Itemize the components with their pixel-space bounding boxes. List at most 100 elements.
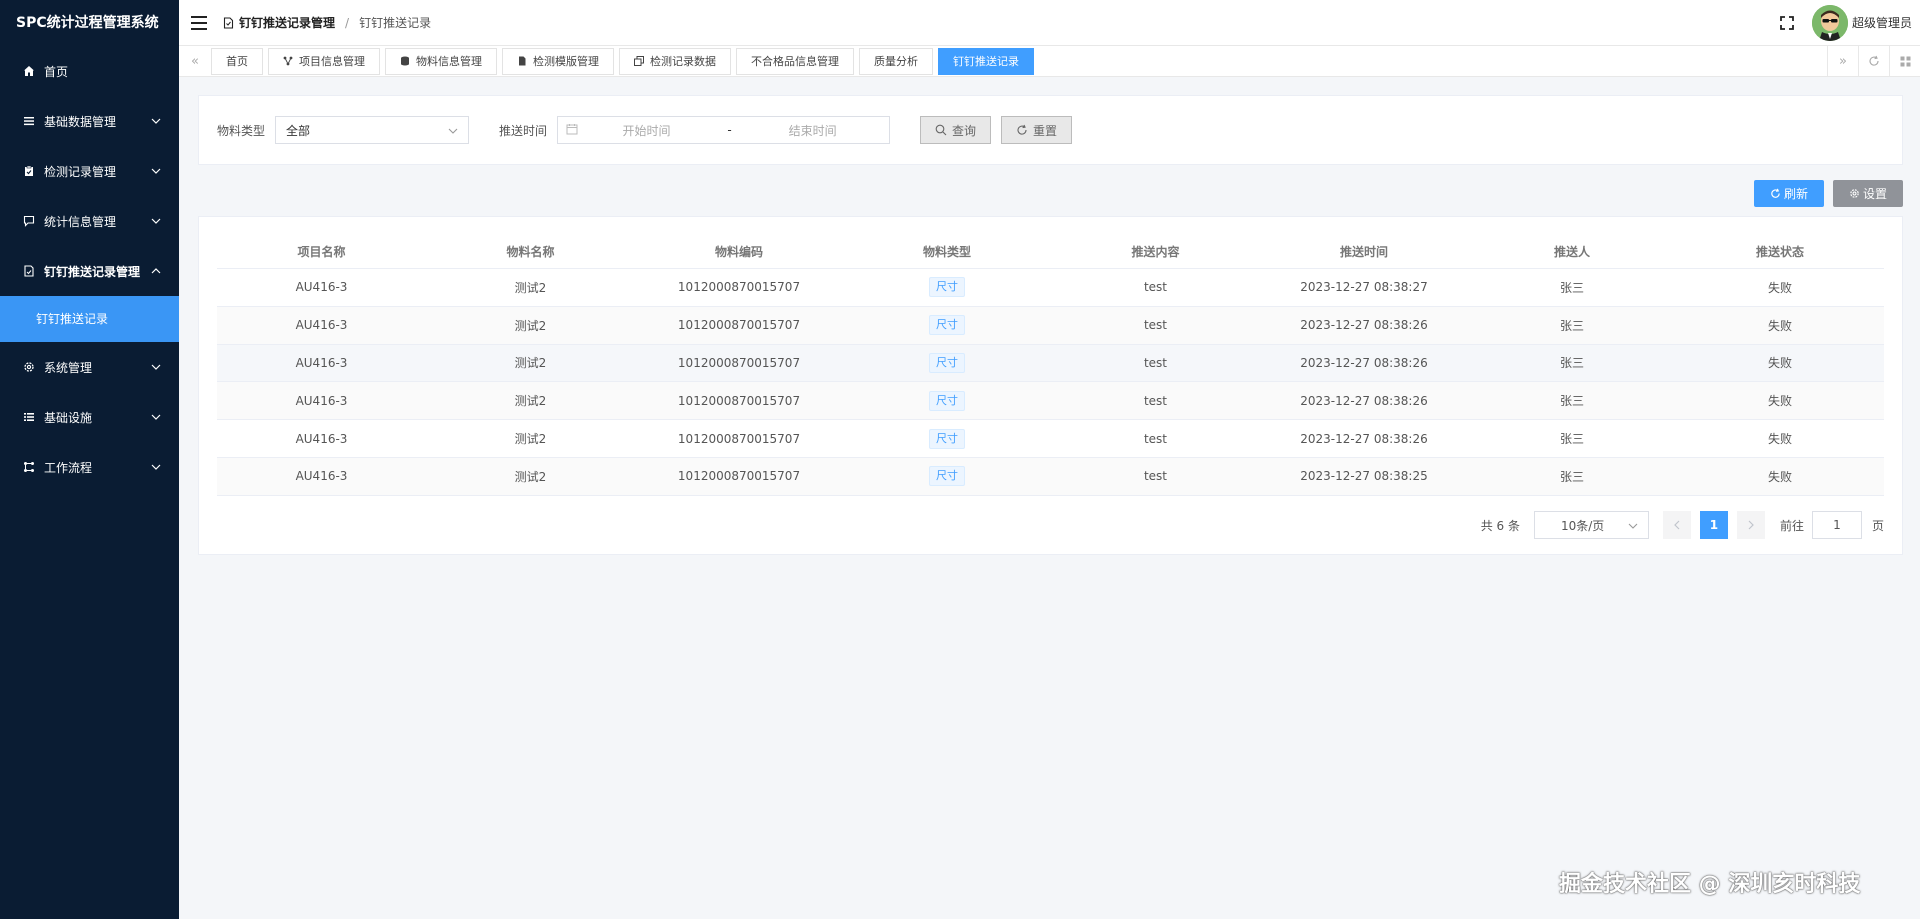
breadcrumb-parent-label: 钉钉推送记录管理 <box>239 16 336 30</box>
avatar[interactable] <box>1811 4 1848 41</box>
push-records-table: 项目名称 物料名称 物料编码 物料类型 推送内容 推送时间 推送人 推送状态 A… <box>217 235 1884 496</box>
table-cell: 测试2 <box>514 469 547 484</box>
sidebar-item-label: 系统管理 <box>44 360 93 375</box>
reset-button[interactable]: 重置 <box>1001 116 1073 144</box>
query-button[interactable]: 查询 <box>920 116 992 144</box>
sidebar-item-inspection-records[interactable]: 检测记录管理 <box>0 146 179 196</box>
tab-project-info[interactable]: 项目信息管理 <box>268 47 380 75</box>
column-header: 项目名称 <box>297 245 346 259</box>
tab-label: 质量分析 <box>874 55 918 68</box>
table-cell: 1012000870015707 <box>677 280 801 295</box>
file-icon <box>517 56 527 66</box>
chevron-down-icon <box>151 412 161 422</box>
tab-home[interactable]: 首页 <box>211 47 263 75</box>
table-row[interactable]: AU416-3 测试2 1012000870015707 尺寸 test 202… <box>217 269 1884 307</box>
table-cell: 2023-12-27 08:38:25 <box>1300 469 1428 484</box>
table-row[interactable]: AU416-3 测试2 1012000870015707 尺寸 test 202… <box>217 344 1884 383</box>
search-form: 物料类型 全部 推送时间 开始时间 - 结束时间 查询 重置 <box>198 95 1903 165</box>
table-row[interactable]: AU416-3 测试2 1012000870015707 尺寸 test 202… <box>217 382 1884 421</box>
tabs-scroll-left-icon[interactable]: « <box>179 46 211 77</box>
next-page-button[interactable] <box>1736 511 1765 539</box>
tab-dingtalk-push-records[interactable]: 钉钉推送记录 <box>938 47 1034 75</box>
sidebar-item-label: 工作流程 <box>44 460 93 475</box>
sidebar-item-system[interactable]: 系统管理 <box>0 342 179 392</box>
tabs-scroll-right-icon[interactable]: » <box>1827 45 1858 77</box>
watermark: 掘金技术社区 @ 深圳亥时科技 <box>1559 872 1861 897</box>
refresh-button[interactable]: 刷新 <box>1754 180 1824 207</box>
material-type-select[interactable]: 全部 <box>275 116 470 144</box>
page-size-select[interactable]: 10条/页 <box>1533 511 1649 539</box>
table-cell: 测试2 <box>514 280 547 295</box>
chevron-down-icon <box>1628 518 1638 532</box>
table-cell: 2023-12-27 08:38:26 <box>1300 393 1428 408</box>
table-cell: AU416-3 <box>295 393 348 408</box>
username[interactable]: 超级管理员 <box>1852 14 1912 31</box>
table-cell: 张三 <box>1559 469 1584 484</box>
sidebar-item-statistics[interactable]: 统计信息管理 <box>0 196 179 246</box>
query-label: 查询 <box>952 123 977 138</box>
table-card: 项目名称 物料名称 物料编码 物料类型 推送内容 推送时间 推送人 推送状态 A… <box>198 216 1903 555</box>
fullscreen-icon[interactable] <box>1780 15 1794 30</box>
chat-icon <box>22 214 36 228</box>
settings-button[interactable]: 设置 <box>1833 180 1903 207</box>
tab-label: 首页 <box>226 55 248 68</box>
sidebar-subitem-dingtalk-push-records[interactable]: 钉钉推送记录 <box>0 296 179 342</box>
table-cell: test <box>1143 280 1168 295</box>
tab-label: 物料信息管理 <box>416 55 482 68</box>
tab-inspection-data[interactable]: 检测记录数据 <box>619 47 731 75</box>
breadcrumb-parent[interactable]: 钉钉推送记录管理 <box>223 14 335 31</box>
push-time-range-picker[interactable]: 开始时间 - 结束时间 <box>557 116 891 144</box>
table-cell: AU416-3 <box>295 431 348 446</box>
breadcrumb-current: 钉钉推送记录 <box>359 16 432 30</box>
sidebar-item-workflow[interactable]: 工作流程 <box>0 442 179 492</box>
hamburger-menu-icon[interactable] <box>191 15 207 30</box>
end-time-input[interactable]: 结束时间 <box>744 122 881 139</box>
refresh-label: 刷新 <box>1783 187 1808 201</box>
column-header: 推送时间 <box>1339 245 1388 259</box>
flow-icon <box>22 460 36 474</box>
table-cell: 1012000870015707 <box>677 318 801 333</box>
table-cell: 1012000870015707 <box>677 431 801 446</box>
tabs-actions: » <box>1827 45 1920 77</box>
table-cell: 尺寸 <box>843 428 1051 449</box>
table-cell: test <box>1143 431 1168 446</box>
sidebar-item-label: 基础数据管理 <box>44 114 117 129</box>
database-icon <box>400 56 410 66</box>
grid-icon[interactable] <box>1889 45 1920 77</box>
table-row[interactable]: AU416-3 测试2 1012000870015707 尺寸 test 202… <box>217 420 1884 458</box>
start-time-input[interactable]: 开始时间 <box>578 122 715 139</box>
table-cell: test <box>1143 355 1168 370</box>
column-header: 物料类型 <box>922 245 971 259</box>
chevron-down-icon <box>151 116 161 126</box>
sidebar-item-infrastructure[interactable]: 基础设施 <box>0 392 179 442</box>
page-number-button[interactable]: 1 <box>1699 511 1728 539</box>
table-row[interactable]: AU416-3 测试2 1012000870015707 尺寸 test 202… <box>217 457 1884 496</box>
refresh-icon <box>1770 188 1781 199</box>
tab-label: 钉钉推送记录 <box>953 55 1019 68</box>
table-cell: 张三 <box>1559 394 1584 409</box>
sidebar-item-label: 基础设施 <box>44 410 93 425</box>
goto-page-input[interactable]: 1 <box>1811 511 1862 539</box>
table-cell: AU416-3 <box>295 318 348 333</box>
list-icon <box>22 410 36 424</box>
tab-material-info[interactable]: 物料信息管理 <box>385 47 497 75</box>
refresh-tab-icon[interactable] <box>1858 45 1889 77</box>
column-header: 推送人 <box>1553 245 1590 259</box>
search-icon <box>935 124 947 136</box>
table-cell: 失败 <box>1767 280 1792 295</box>
table-cell: 1012000870015707 <box>677 355 801 370</box>
table-cell: 失败 <box>1767 432 1792 447</box>
tab-quality-analysis[interactable]: 质量分析 <box>859 47 933 75</box>
sidebar-item-basic-data[interactable]: 基础数据管理 <box>0 96 179 146</box>
sidebar-item-home[interactable]: 首页 <box>0 46 179 96</box>
tab-nonconforming[interactable]: 不合格品信息管理 <box>736 47 854 75</box>
prev-page-button[interactable] <box>1662 511 1691 539</box>
header-right: 超级管理员 <box>1780 4 1912 41</box>
sidebar-item-label: 钉钉推送记录管理 <box>44 264 141 279</box>
table-row[interactable]: AU416-3 测试2 1012000870015707 尺寸 test 202… <box>217 306 1884 345</box>
pagination-total: 共 6 条 <box>1480 518 1520 533</box>
settings-label: 设置 <box>1862 187 1887 201</box>
tab-inspection-template[interactable]: 检测模版管理 <box>502 47 614 75</box>
sidebar-item-dingtalk-push[interactable]: 钉钉推送记录管理 <box>0 246 179 296</box>
tab-label: 项目信息管理 <box>299 55 365 68</box>
